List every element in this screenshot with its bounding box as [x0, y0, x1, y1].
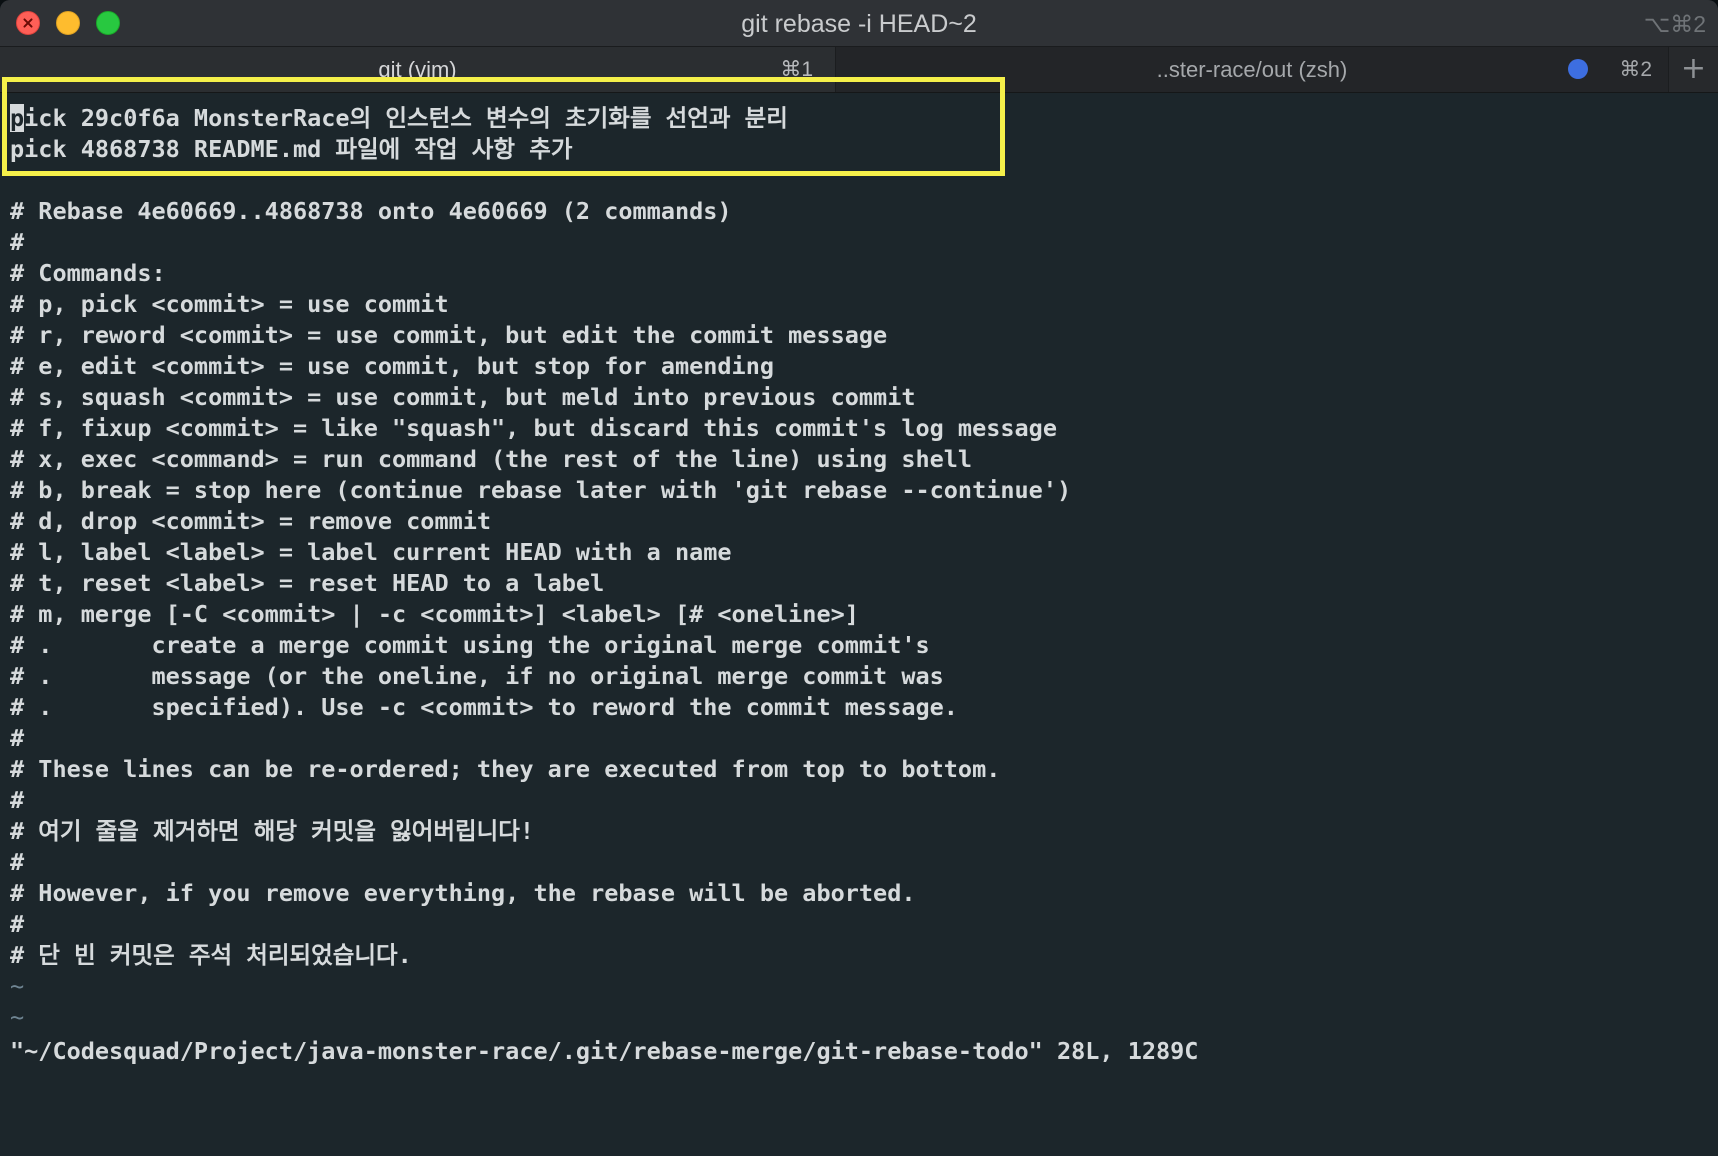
tab-bar: git (vim) ⌘1 ..ster-race/out (zsh) ⌘2 +: [0, 47, 1718, 93]
editor-line: pick 29c0f6a MonsterRace의 인스턴스 변수의 초기화를 …: [10, 101, 788, 135]
tab-shortcut: ⌘2: [1619, 58, 1652, 81]
editor-line: # d, drop <commit> = remove commit: [10, 507, 492, 535]
tab-git-vim[interactable]: git (vim) ⌘1: [0, 47, 836, 92]
activity-indicator-icon: [1568, 59, 1588, 79]
line-text: ick 29c0f6a MonsterRace의 인스턴스 변수의 초기화를 선…: [24, 104, 788, 132]
editor-line: #: [10, 786, 25, 814]
editor-line: # . message (or the oneline, if no origi…: [10, 662, 944, 690]
tab-label: git (vim): [378, 57, 457, 82]
editor-line: # These lines can be re-ordered; they ar…: [10, 755, 1001, 783]
editor-line: # m, merge [-C <commit> | -c <commit>] <…: [10, 600, 859, 628]
editor-line: pick 4868738 README.md 파일에 작업 사항 추가: [10, 135, 573, 163]
editor-line: #: [10, 724, 25, 752]
editor-line: # t, reset <label> = reset HEAD to a lab…: [10, 569, 605, 597]
editor-line: # s, squash <commit> = use commit, but m…: [10, 383, 916, 411]
window-title: git rebase -i HEAD~2: [741, 10, 977, 38]
title-bar[interactable]: git rebase -i HEAD~2 ⌥⌘2: [0, 0, 1718, 47]
vim-editor[interactable]: pick 29c0f6a MonsterRace의 인스턴스 변수의 초기화를 …: [0, 93, 1718, 1156]
editor-line: # . create a merge commit using the orig…: [10, 631, 930, 659]
editor-line: # . specified). Use -c <commit> to rewor…: [10, 693, 958, 721]
editor-line: # r, reword <commit> = use commit, but e…: [10, 321, 888, 349]
editor-line: # f, fixup <commit> = like "squash", but…: [10, 414, 1057, 442]
editor-line: #: [10, 228, 25, 256]
tab-label: ..ster-race/out (zsh): [1156, 57, 1348, 82]
window-shortcut: ⌥⌘2: [1643, 11, 1706, 37]
editor-line: # b, break = stop here (continue rebase …: [10, 476, 1072, 504]
tab-zsh[interactable]: ..ster-race/out (zsh) ⌘2: [836, 47, 1669, 92]
editor-line: # x, exec <command> = run command (the r…: [10, 445, 973, 473]
editor-line: # 여기 줄을 제거하면 해당 커밋을 잃어버립니다!: [10, 817, 534, 845]
editor-line: # l, label <label> = label current HEAD …: [10, 538, 732, 566]
editor-line: # However, if you remove everything, the…: [10, 879, 916, 907]
editor-line: # e, edit <commit> = use commit, but sto…: [10, 352, 775, 380]
text-cursor: p: [10, 104, 25, 132]
empty-line-marker: ~: [10, 972, 25, 1000]
vim-status-line: "~/Codesquad/Project/java-monster-race/.…: [10, 1037, 1199, 1065]
empty-line-marker: ~: [10, 1003, 25, 1031]
editor-line: # Rebase 4e60669..4868738 onto 4e60669 (…: [10, 197, 732, 225]
editor-line: #: [10, 910, 25, 938]
terminal-window: git rebase -i HEAD~2 ⌥⌘2 git (vim) ⌘1 ..…: [0, 0, 1718, 1156]
new-tab-button[interactable]: +: [1669, 47, 1718, 92]
editor-line: #: [10, 848, 25, 876]
tab-shortcut: ⌘1: [780, 58, 813, 81]
editor-line: # 단 빈 커밋은 주석 처리되었습니다.: [10, 941, 412, 969]
editor-line: # p, pick <commit> = use commit: [10, 290, 449, 318]
editor-line: # Commands:: [10, 259, 166, 287]
